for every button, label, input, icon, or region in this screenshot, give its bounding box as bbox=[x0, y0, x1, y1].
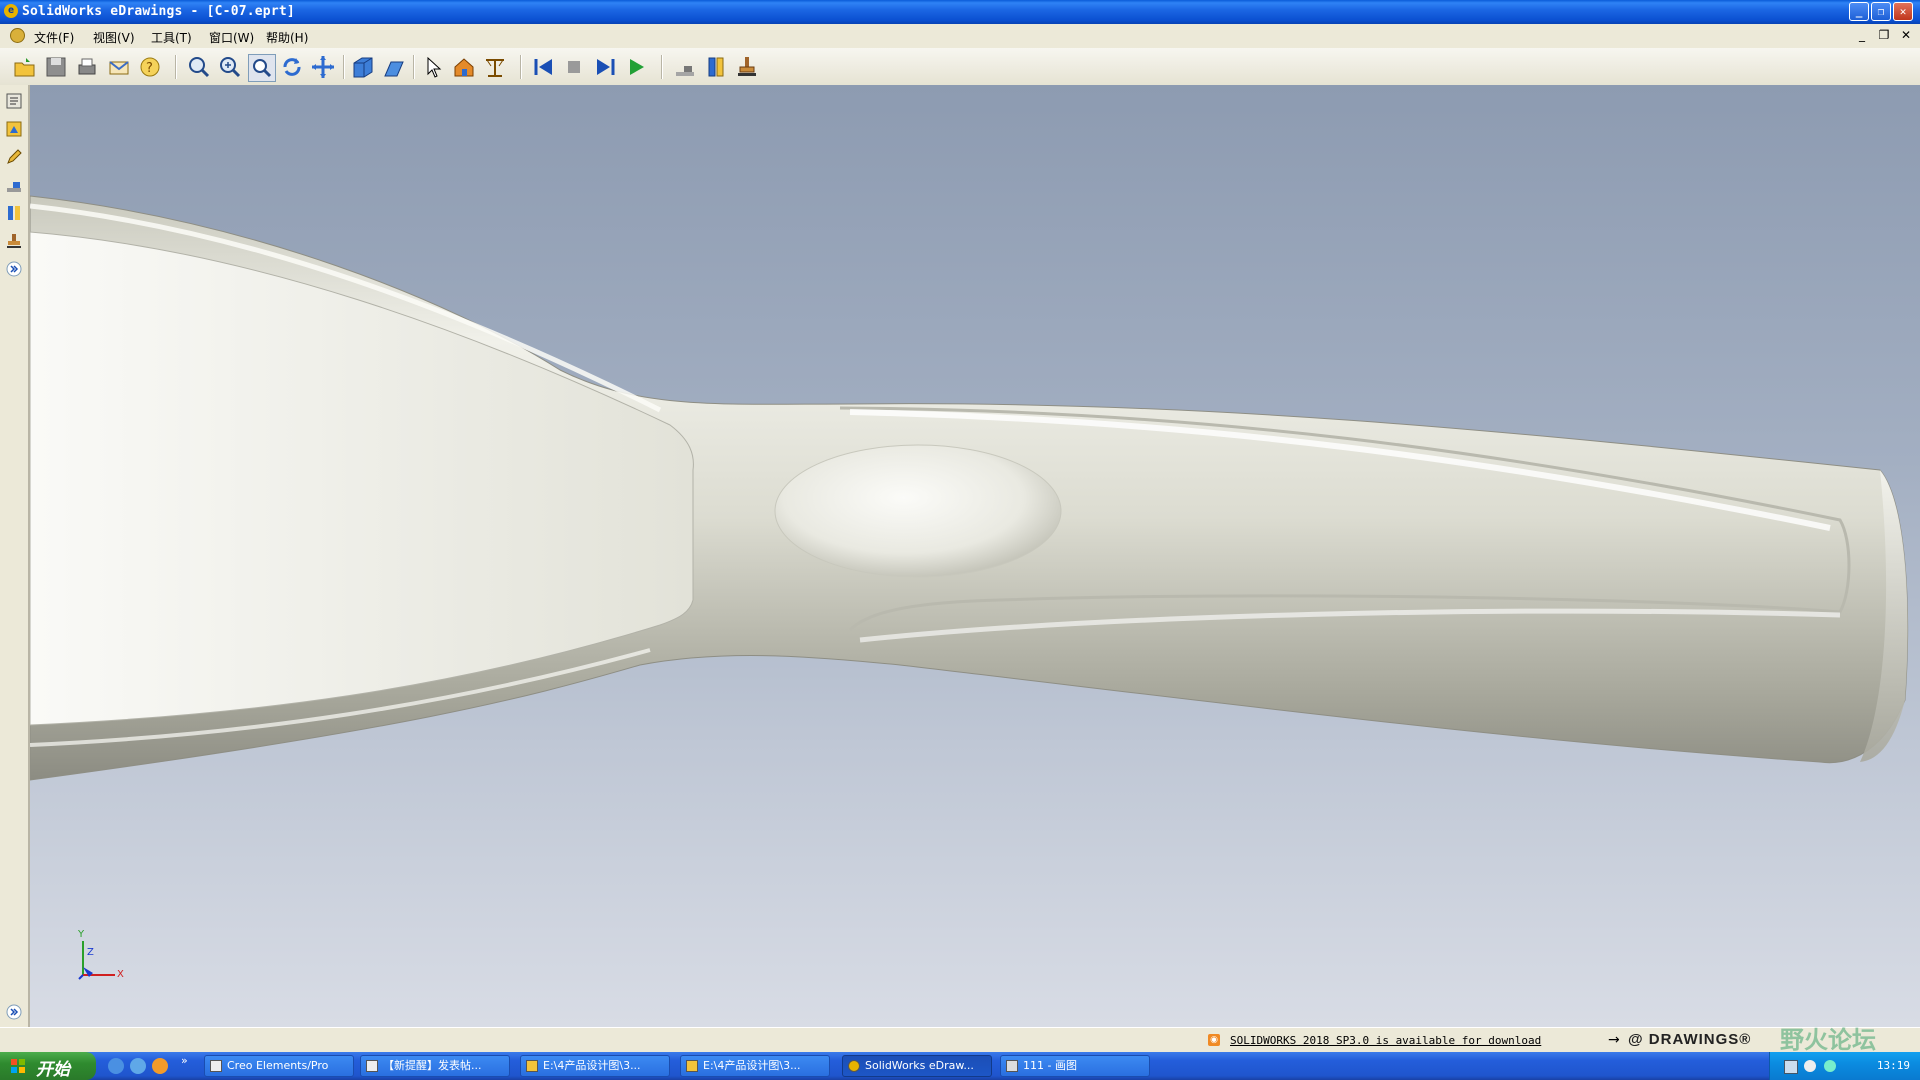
menu-bar: 文件(F) 视图(V) 工具(T) 窗口(W) 帮助(H) _ ❐ ✕ bbox=[0, 24, 1920, 49]
help-icon[interactable]: ? bbox=[137, 54, 163, 80]
taskbar-item[interactable]: E:\4产品设计图\3... bbox=[680, 1055, 830, 1077]
close-button[interactable]: ✕ bbox=[1893, 2, 1913, 21]
edrawings-app-icon[interactable]: e bbox=[4, 4, 18, 18]
rotate-icon[interactable] bbox=[279, 54, 305, 80]
browser-icon bbox=[366, 1060, 378, 1072]
zoom-area-icon[interactable] bbox=[248, 54, 276, 82]
toolbar-separator bbox=[343, 55, 345, 79]
triad-x-label: X bbox=[117, 969, 124, 980]
windows-taskbar: 开始 » Creo Elements/Pro 【新提醒】发表帖... E:\4产… bbox=[0, 1052, 1920, 1080]
toolbar-separator bbox=[413, 55, 415, 79]
zoom-fit-icon[interactable] bbox=[186, 54, 212, 80]
explode-icon[interactable] bbox=[703, 54, 729, 80]
next-frame-icon[interactable] bbox=[592, 54, 618, 80]
stamp-panel-icon[interactable] bbox=[5, 232, 23, 250]
coordinate-triad: Y Z X bbox=[75, 929, 135, 985]
edrawings-icon bbox=[848, 1060, 860, 1072]
tray-network-icon[interactable] bbox=[1784, 1060, 1798, 1074]
3d-view-icon[interactable] bbox=[350, 54, 376, 80]
arrow-icon: → bbox=[1608, 1032, 1620, 1048]
configurations-icon[interactable] bbox=[5, 120, 23, 138]
measure-icon[interactable] bbox=[482, 54, 508, 80]
forum-watermark: 野火论坛 bbox=[1780, 1026, 1876, 1054]
cross-section-icon[interactable] bbox=[672, 54, 698, 80]
select-icon[interactable] bbox=[420, 54, 446, 80]
mdi-minimize-icon[interactable]: _ bbox=[1854, 28, 1870, 43]
thumb-dimple bbox=[774, 444, 1062, 578]
menu-tools[interactable]: 工具(T) bbox=[151, 29, 192, 46]
print-icon[interactable] bbox=[74, 54, 100, 80]
toolbar-separator bbox=[175, 55, 177, 79]
tray-app-icon[interactable] bbox=[1824, 1060, 1836, 1072]
menu-view[interactable]: 视图(V) bbox=[93, 29, 135, 46]
taskbar-item[interactable]: 111 - 画图 bbox=[1000, 1055, 1150, 1077]
edrawings-logo: @ DRAWINGS® bbox=[1628, 1031, 1752, 1048]
svg-text:?: ? bbox=[146, 61, 153, 76]
zoom-in-out-icon[interactable] bbox=[217, 54, 243, 80]
pan-icon[interactable] bbox=[310, 54, 336, 80]
app-icon bbox=[210, 1060, 222, 1072]
toolbar-separator bbox=[520, 55, 522, 79]
send-icon[interactable] bbox=[106, 54, 132, 80]
save-icon[interactable] bbox=[43, 54, 69, 80]
markup-icon[interactable] bbox=[5, 148, 23, 166]
quicklaunch-more-icon[interactable]: » bbox=[181, 1054, 188, 1067]
minimize-button[interactable]: _ bbox=[1849, 2, 1869, 21]
section-icon[interactable] bbox=[5, 176, 23, 194]
toolbar-separator bbox=[661, 55, 663, 79]
first-frame-icon[interactable] bbox=[530, 54, 556, 80]
quicklaunch-ie-icon[interactable] bbox=[108, 1058, 124, 1074]
update-notice-link[interactable]: SOLIDWORKS 2018 SP3.0 is available for d… bbox=[1230, 1034, 1541, 1047]
play-icon[interactable] bbox=[623, 54, 649, 80]
stamp-icon[interactable] bbox=[734, 54, 760, 80]
paint-icon bbox=[1006, 1060, 1018, 1072]
system-tray: 13:19 bbox=[1769, 1052, 1920, 1080]
taskbar-item[interactable]: Creo Elements/Pro bbox=[204, 1055, 354, 1077]
expand-panel-icon[interactable] bbox=[5, 260, 23, 278]
components-icon[interactable] bbox=[5, 92, 23, 110]
taskbar-item-active[interactable]: SolidWorks eDraw... bbox=[842, 1055, 992, 1077]
start-button[interactable]: 开始 bbox=[0, 1052, 96, 1080]
expand-bottom-icon[interactable] bbox=[5, 1003, 23, 1021]
quicklaunch-browser-icon[interactable] bbox=[130, 1058, 146, 1074]
shaded-icon[interactable] bbox=[381, 54, 407, 80]
folder-icon bbox=[686, 1060, 698, 1072]
stop-icon[interactable] bbox=[561, 54, 587, 80]
restore-button[interactable]: ❐ bbox=[1871, 2, 1891, 21]
menu-file[interactable]: 文件(F) bbox=[34, 29, 74, 46]
folder-icon bbox=[526, 1060, 538, 1072]
left-tool-panel bbox=[0, 85, 30, 1027]
windows-flag-icon bbox=[11, 1059, 25, 1073]
menu-help[interactable]: 帮助(H) bbox=[266, 29, 308, 46]
explode-panel-icon[interactable] bbox=[5, 204, 23, 222]
home-icon[interactable] bbox=[451, 54, 477, 80]
model-render bbox=[30, 195, 1909, 781]
open-icon[interactable] bbox=[12, 54, 38, 80]
quicklaunch-media-icon[interactable] bbox=[152, 1058, 168, 1074]
mdi-close-icon[interactable]: ✕ bbox=[1898, 28, 1914, 43]
rss-icon: ◉ bbox=[1208, 1034, 1220, 1046]
taskbar-item[interactable]: 【新提醒】发表帖... bbox=[360, 1055, 510, 1077]
status-bar: ◉ SOLIDWORKS 2018 SP3.0 is available for… bbox=[0, 1026, 1920, 1054]
clock[interactable]: 13:19 bbox=[1877, 1059, 1910, 1072]
taskbar-item[interactable]: E:\4产品设计图\3... bbox=[520, 1055, 670, 1077]
start-label: 开始 bbox=[36, 1060, 70, 1080]
3d-viewport[interactable]: Y Z X bbox=[30, 85, 1920, 1027]
triad-y-label: Y bbox=[78, 929, 85, 940]
document-menu-icon[interactable] bbox=[10, 28, 25, 43]
tray-volume-icon[interactable] bbox=[1804, 1060, 1816, 1072]
triad-z-label: Z bbox=[87, 947, 94, 958]
window-title: SolidWorks eDrawings - [C-07.eprt] bbox=[22, 4, 295, 19]
mdi-restore-icon[interactable]: ❐ bbox=[1876, 28, 1892, 43]
main-toolbar: ? bbox=[0, 48, 1920, 86]
title-bar: e SolidWorks eDrawings - [C-07.eprt] _ ❐… bbox=[0, 0, 1920, 24]
menu-window[interactable]: 窗口(W) bbox=[209, 29, 254, 46]
